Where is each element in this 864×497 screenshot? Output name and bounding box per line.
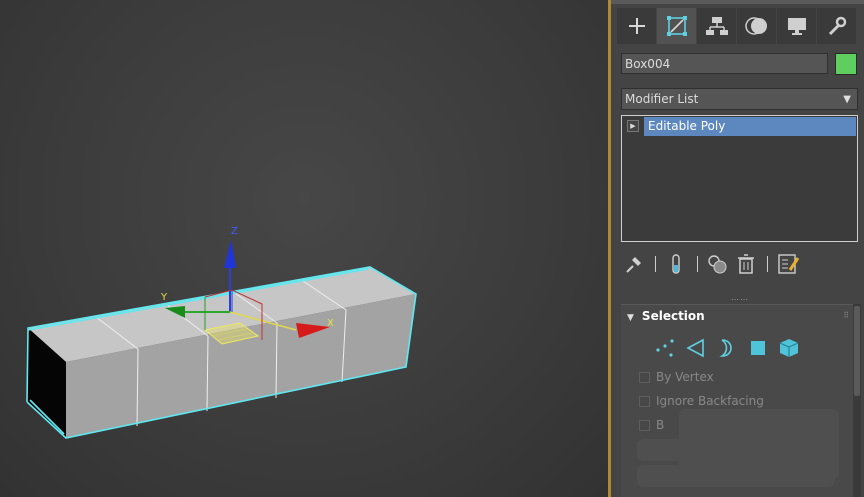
edge-icon [686,338,704,358]
selection-rollout-header[interactable]: ▼ Selection [627,309,705,323]
panel-top-strip [611,0,864,4]
by-vertex-checkbox[interactable]: By Vertex [639,369,714,385]
selection-rollout: ▼Selection ⠿ By Vertex Ignore Backfacin [621,304,853,497]
motion-icon [744,17,767,35]
chevron-down-icon: ▼ [843,94,851,105]
selection-spinner-row-2 [637,465,835,487]
command-panel: Box004 Modifier List ▼ ▶ Editable Poly ⋯… [611,0,864,497]
edge-button[interactable] [684,337,708,359]
gizmo-label-y: Y [160,292,168,303]
trash-icon [738,254,754,274]
partial-checkbox[interactable]: B [639,417,664,433]
modifier-stack-toolbar [621,250,858,278]
remove-modifier-button[interactable] [733,250,759,278]
plus-icon [628,18,645,34]
z-axis-arrow [224,240,236,268]
expand-triangle-icon[interactable]: ▶ [627,120,639,132]
selection-spinner-row [637,439,835,461]
ignore-backfacing-checkbox[interactable]: Ignore Backfacing [639,393,764,409]
panel-resize-grip[interactable]: ⋯⋯ [731,295,749,304]
hierarchy-icon [705,17,728,35]
perspective-viewport[interactable]: Z Y X [0,0,608,497]
polygon-icon [751,341,765,355]
rollout-grip-icon: ⠿ [843,311,849,320]
tab-motion[interactable] [737,8,776,44]
make-unique-button[interactable] [705,250,731,278]
modifier-list-label: Modifier List [625,92,699,106]
polygon-button[interactable] [746,337,770,359]
tab-display[interactable] [777,8,816,44]
test-tube-icon [672,254,680,274]
display-icon [787,18,806,35]
by-vertex-label: By Vertex [656,370,714,384]
element-button[interactable] [777,337,801,359]
stack-item-editable-poly[interactable]: ▶ Editable Poly [622,116,857,136]
vertex-icon [656,339,674,357]
tab-modify[interactable] [657,8,696,44]
collapse-triangle-icon: ▼ [627,313,634,323]
checkbox-box [639,419,650,431]
pin-icon [626,257,641,273]
tab-hierarchy[interactable] [697,8,736,44]
tab-create[interactable] [617,8,656,44]
wrench-icon [828,16,846,36]
gizmo-label-z: Z [231,226,238,237]
element-icon [779,339,799,357]
configure-icon [778,254,800,274]
checkbox-box [639,395,650,407]
modifier-list-dropdown[interactable]: Modifier List ▼ [621,88,858,110]
panel-scrollbar[interactable] [853,304,861,497]
show-end-result-button[interactable] [663,250,689,278]
configure-modifier-sets-button[interactable] [775,250,801,278]
vertex-button[interactable] [653,337,677,359]
partial-checkbox-label: B [656,418,665,432]
border-icon [719,339,732,357]
checkbox-box [639,371,650,383]
gizmo-label-x: X [327,318,334,329]
modify-icon [666,16,687,36]
modifier-stack[interactable]: ▶ Editable Poly [621,115,858,242]
object-color-swatch[interactable] [835,53,857,75]
object-name-field[interactable]: Box004 [621,53,828,74]
make-unique-icon [708,255,727,274]
command-panel-tabs [617,8,856,44]
scrollbar-thumb[interactable] [854,306,860,396]
viewport-scene: Z Y X [26,226,417,439]
pin-stack-button[interactable] [621,250,647,278]
border-button[interactable] [715,337,739,359]
stack-item-label: Editable Poly [644,117,856,136]
ignore-backfacing-label: Ignore Backfacing [656,394,764,408]
selection-rollout-title: Selection [641,309,705,323]
subobject-level-buttons [653,337,801,359]
tab-utilities[interactable] [817,8,856,44]
